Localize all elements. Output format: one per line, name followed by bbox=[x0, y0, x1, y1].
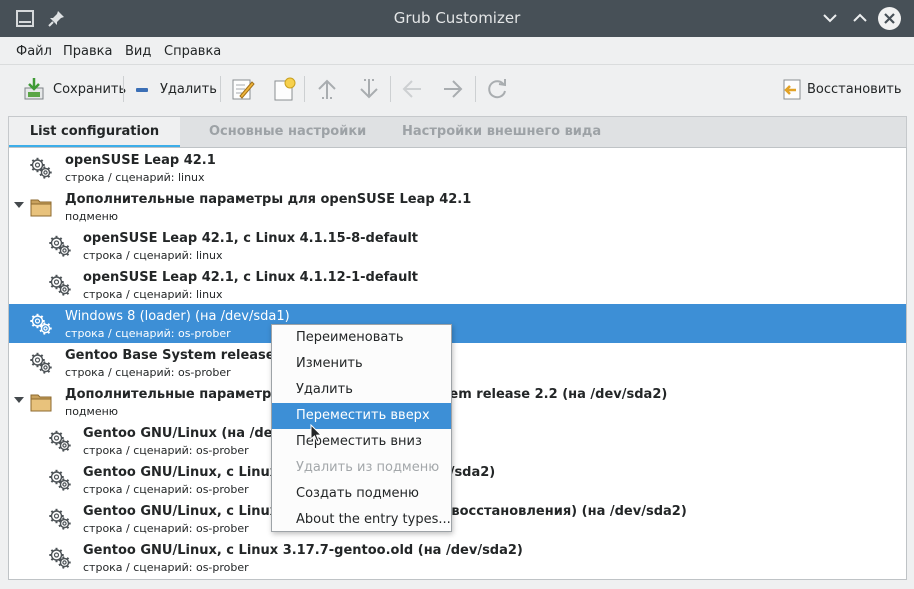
expander-icon[interactable] bbox=[14, 397, 24, 403]
gear-icon bbox=[48, 507, 72, 531]
restore-button[interactable]: Восстановить bbox=[779, 73, 902, 105]
move-up-button[interactable] bbox=[314, 73, 340, 105]
gear-icon bbox=[48, 429, 72, 453]
window-title: Grub Customizer bbox=[393, 9, 521, 27]
context-menu-about-entry-types[interactable]: About the entry types... bbox=[272, 507, 451, 533]
context-menu-create-submenu[interactable]: Создать подменю bbox=[272, 481, 451, 507]
list-item[interactable]: Gentoo GNU/Linux (на /dev/sda2) строка /… bbox=[9, 421, 906, 460]
toolbar-separator bbox=[304, 76, 305, 102]
tab-bar: List configuration Основные настройки На… bbox=[8, 116, 907, 148]
maximize-icon[interactable] bbox=[850, 8, 870, 28]
context-menu-delete[interactable]: Удалить bbox=[272, 377, 451, 403]
gear-icon bbox=[29, 156, 53, 180]
list-item[interactable]: openSUSE Leap 42.1 строка / сценарий: li… bbox=[9, 148, 906, 187]
list-item-submenu[interactable]: Дополнительные параметры для Gentoo Base… bbox=[9, 382, 906, 421]
title-bar: Grub Customizer bbox=[0, 0, 914, 37]
save-button[interactable]: Сохранить bbox=[21, 73, 126, 105]
gear-icon bbox=[48, 546, 72, 570]
toolbar-separator bbox=[390, 76, 391, 102]
move-down-button[interactable] bbox=[356, 73, 382, 105]
delete-button[interactable]: Удалить bbox=[132, 73, 217, 105]
menu-help[interactable]: Справка bbox=[164, 44, 221, 59]
list-item[interactable]: openSUSE Leap 42.1, с Linux 4.1.15-8-def… bbox=[9, 226, 906, 265]
gear-icon bbox=[48, 273, 72, 297]
edit-button[interactable] bbox=[230, 73, 256, 105]
close-icon[interactable] bbox=[878, 7, 901, 30]
entry-list[interactable]: openSUSE Leap 42.1 строка / сценарий: li… bbox=[8, 147, 907, 580]
mouse-cursor-icon bbox=[310, 423, 324, 448]
list-item[interactable]: Gentoo GNU/Linux, с Linux 3.17.7-gentoo.… bbox=[9, 538, 906, 577]
restore-icon bbox=[779, 76, 805, 102]
edit-icon bbox=[230, 76, 256, 102]
menu-view[interactable]: Вид bbox=[125, 44, 151, 59]
gear-icon bbox=[29, 312, 53, 336]
context-menu-move-up[interactable]: Переместить вверх bbox=[272, 403, 451, 429]
context-menu-remove-from-submenu: Удалить из подменю bbox=[296, 460, 440, 475]
move-down-icon bbox=[356, 76, 382, 102]
toolbar-separator bbox=[475, 76, 476, 102]
move-right-button[interactable] bbox=[440, 73, 466, 105]
gear-icon bbox=[48, 234, 72, 258]
menu-bar: Файл Правка Вид Справка bbox=[0, 37, 914, 65]
list-item[interactable]: Gentoo Base System release 2.2 строка / … bbox=[9, 343, 906, 382]
delete-icon bbox=[132, 76, 150, 102]
list-item[interactable]: Gentoo GNU/Linux, с Linux 3.17.7-gentoo … bbox=[9, 499, 906, 538]
new-icon bbox=[271, 76, 297, 102]
list-item[interactable]: openSUSE Leap 42.1, с Linux 4.1.12-1-def… bbox=[9, 265, 906, 304]
menu-file[interactable]: Файл bbox=[16, 44, 52, 59]
tab-appearance-settings[interactable]: Настройки внешнего вида bbox=[402, 117, 601, 148]
save-icon bbox=[21, 76, 47, 102]
move-left-icon bbox=[399, 76, 425, 102]
toolbar: Сохранить Удалить Восстановить bbox=[0, 65, 914, 113]
toolbar-separator bbox=[220, 76, 221, 102]
context-menu-rename[interactable]: Переименовать bbox=[272, 325, 451, 351]
refresh-icon bbox=[484, 76, 510, 102]
move-up-icon bbox=[314, 76, 340, 102]
tab-general-settings[interactable]: Основные настройки bbox=[209, 117, 366, 148]
list-item-selected[interactable]: Windows 8 (loader) (на /dev/sda1) строка… bbox=[9, 304, 906, 343]
context-menu-move-down[interactable]: Переместить вниз bbox=[272, 429, 451, 455]
context-menu: Переименовать Изменить Удалить Перемести… bbox=[271, 324, 452, 532]
tab-list-configuration[interactable]: List configuration bbox=[9, 117, 180, 148]
context-menu-edit[interactable]: Изменить bbox=[272, 351, 451, 377]
folder-icon bbox=[29, 390, 53, 414]
minimize-icon[interactable] bbox=[820, 8, 840, 28]
folder-icon bbox=[29, 195, 53, 219]
new-entry-button[interactable] bbox=[271, 73, 297, 105]
list-item[interactable]: Gentoo GNU/Linux, с Linux 3.17.7-gentoo … bbox=[9, 460, 906, 499]
toolbar-separator bbox=[123, 76, 124, 102]
move-right-icon bbox=[440, 76, 466, 102]
list-item-submenu[interactable]: Дополнительные параметры для openSUSE Le… bbox=[9, 187, 906, 226]
expander-icon[interactable] bbox=[14, 202, 24, 208]
gear-icon bbox=[29, 351, 53, 375]
move-left-button[interactable] bbox=[399, 73, 425, 105]
refresh-button[interactable] bbox=[484, 73, 510, 105]
menu-edit[interactable]: Правка bbox=[63, 44, 112, 59]
gear-icon bbox=[48, 468, 72, 492]
